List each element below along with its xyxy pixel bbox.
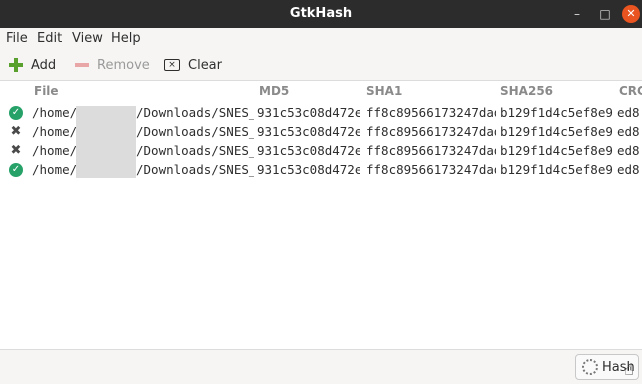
sha1-cell: ff8c89566173247dad	[366, 162, 496, 177]
toolbar: Add Remove × Clear	[0, 50, 642, 81]
menu-file[interactable]: File	[6, 31, 28, 46]
remove-button[interactable]: Remove	[75, 55, 150, 75]
crc-cell: ed8	[617, 143, 640, 158]
remove-label: Remove	[97, 57, 150, 73]
check-icon: ✓	[9, 106, 23, 120]
minimize-icon[interactable]: –	[568, 5, 586, 23]
menu-view[interactable]: View	[72, 31, 103, 46]
file-cell-path: /Downloads/SNES_	[136, 105, 254, 120]
md5-cell: 931c53c08d472el	[257, 124, 360, 139]
sha1-cell: ff8c89566173247dad	[366, 124, 496, 139]
plus-icon	[9, 58, 23, 72]
sha1-cell: ff8c89566173247dad	[366, 105, 496, 120]
column-header-file[interactable]: File	[34, 84, 59, 98]
column-header-sha1[interactable]: SHA1	[366, 84, 402, 98]
maximize-icon[interactable]: □	[596, 5, 614, 23]
check-icon: ✓	[9, 163, 23, 177]
redacted-username	[76, 106, 136, 178]
column-header-crc[interactable]: CRC	[619, 84, 642, 98]
sha256-cell: b129f1d4c5ef8e9d	[500, 105, 613, 120]
crc-cell: ed8	[617, 162, 640, 177]
file-cell: /home/	[32, 105, 76, 120]
menu-bar: File Edit View Help	[0, 28, 642, 50]
file-cell-path: /Downloads/SNES_	[136, 162, 254, 177]
file-cell: /home/	[32, 162, 76, 177]
title-bar: GtkHash – □ ✕	[0, 0, 642, 28]
md5-cell: 931c53c08d472el	[257, 162, 360, 177]
sha1-cell: ff8c89566173247dad	[366, 143, 496, 158]
cross-icon: ✖	[10, 143, 22, 158]
clear-label: Clear	[188, 57, 222, 73]
cross-icon: ✖	[10, 124, 22, 139]
file-cell-path: /Downloads/SNES_	[136, 143, 254, 158]
sha256-cell: b129f1d4c5ef8e9d	[500, 143, 613, 158]
menu-edit[interactable]: Edit	[37, 31, 62, 46]
menu-help[interactable]: Help	[111, 31, 141, 46]
sha256-cell: b129f1d4c5ef8e9d	[500, 124, 613, 139]
md5-cell: 931c53c08d472el	[257, 143, 360, 158]
gear-icon	[582, 359, 598, 375]
column-header-md5[interactable]: MD5	[259, 84, 289, 98]
md5-cell: 931c53c08d472el	[257, 105, 360, 120]
sha256-cell: b129f1d4c5ef8e9d	[500, 162, 613, 177]
add-label: Add	[31, 57, 57, 73]
clear-button[interactable]: × Clear	[164, 55, 222, 75]
file-cell-path: /Downloads/SNES_	[136, 124, 254, 139]
clear-icon: ×	[164, 59, 180, 71]
minus-icon	[75, 58, 89, 72]
crc-cell: ed8	[617, 124, 640, 139]
file-cell: /home/	[32, 143, 76, 158]
crc-cell: ed8	[617, 105, 640, 120]
hand-cursor-icon: ☝	[624, 360, 634, 379]
close-icon[interactable]: ✕	[622, 5, 640, 23]
window-title: GtkHash	[289, 6, 353, 21]
file-cell: /home/	[32, 124, 76, 139]
bottom-bar	[0, 349, 642, 384]
column-header-sha256[interactable]: SHA256	[500, 84, 553, 98]
add-button[interactable]: Add	[9, 55, 56, 75]
